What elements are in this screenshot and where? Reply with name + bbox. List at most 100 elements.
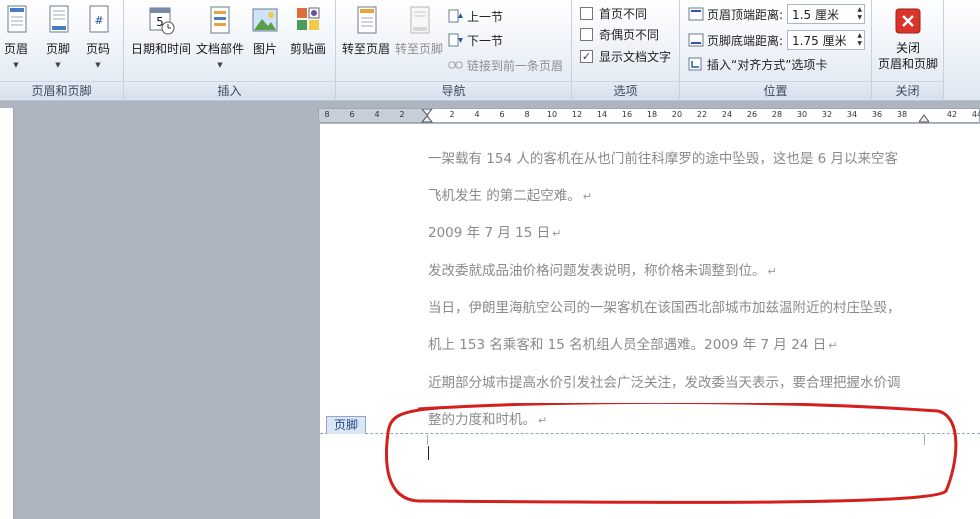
close-group: 关闭 页眉和页脚 关闭 [872, 0, 944, 101]
ruler-tick-label: 12 [571, 110, 583, 119]
footer-icon [49, 5, 69, 33]
next-section-icon [448, 33, 463, 47]
chevron-down-icon: ▼ [55, 61, 61, 69]
ruler-tick-label: 22 [696, 110, 708, 119]
picture-icon [252, 8, 278, 32]
ruler-tick-label: 10 [546, 110, 558, 119]
ruler-tick-label: 32 [821, 110, 833, 119]
chevron-down-icon: ▼ [217, 61, 223, 69]
group-label: 页眉和页脚 [0, 81, 123, 99]
right-indent-marker-icon[interactable] [919, 114, 929, 123]
ruler-tick-label: 2 [449, 110, 455, 119]
footer-button[interactable]: 页脚 ▼ [40, 4, 76, 82]
ruler-tick-label: 26 [746, 110, 758, 119]
navigation-group: 转至页眉 转至页脚 上一节 下一节 链接到前一条页眉 导航 [336, 0, 572, 101]
calendar-clock-icon: 5 [149, 7, 175, 35]
checkbox-checked-icon[interactable]: ✓ [580, 49, 593, 63]
previous-section-icon [448, 9, 463, 23]
ruler-tick-label: 28 [771, 110, 783, 119]
spinner-icon[interactable]: ▲ ▼ [857, 6, 862, 22]
close-icon [895, 8, 921, 34]
goto-header-icon [357, 6, 377, 34]
vertical-ruler [0, 108, 14, 519]
chevron-down-icon: ▼ [13, 61, 19, 69]
ruler-tick-label: 18 [646, 110, 658, 119]
options-group: 首页不同 奇偶页不同 ✓ 显示文档文字 选项 [572, 0, 680, 101]
ruler-tick-label: 16 [621, 110, 633, 119]
datetime-button[interactable]: 5 日期和时间 [130, 4, 192, 82]
ruler-tick-label: 6 [349, 110, 355, 119]
insert-alignment-tab-button[interactable]: 插入“对齐方式”选项卡 [688, 54, 827, 74]
ruler-tick-label: 38 [896, 110, 908, 119]
goto-header-button[interactable]: 转至页眉 [340, 4, 392, 82]
group-label: 关闭 [872, 81, 943, 99]
goto-footer-button[interactable]: 转至页脚 [394, 4, 444, 82]
paragraph[interactable]: 当日，伊朗里海航空公司的一架客机在该国西北部城市加兹温附近的村庄坠毁， [428, 296, 901, 316]
alignment-tab-icon [688, 57, 702, 71]
paragraph[interactable]: 近期部分城市提高水价引发社会广泛关注，发改委当天表示，要合理把握水价调 [428, 371, 901, 391]
indent-marker-icon[interactable] [421, 109, 433, 123]
header-button[interactable]: 页眉 ▼ [0, 4, 32, 82]
group-label: 插入 [124, 81, 335, 99]
ruler-tick-label: 24 [721, 110, 733, 119]
header-footer-group: 页眉 ▼ 页脚 ▼ # 页码 ▼ 页眉和页脚 [0, 0, 124, 101]
paragraph-mark-icon: ↵ [828, 339, 838, 352]
different-odd-even-checkbox[interactable]: 奇偶页不同 [580, 24, 659, 44]
checkbox-unchecked[interactable] [580, 27, 593, 41]
different-first-page-checkbox[interactable]: 首页不同 [580, 3, 647, 23]
header-distance-icon [688, 7, 704, 21]
ruler-tick-label: 30 [796, 110, 808, 119]
next-section-button[interactable]: 下一节 [448, 30, 503, 50]
page-number-icon: # [89, 5, 109, 33]
show-document-text-checkbox[interactable]: ✓ 显示文档文字 [580, 46, 671, 66]
close-header-footer-button[interactable]: 关闭 页眉和页脚 [874, 8, 942, 86]
ruler-tick-label: 4 [474, 110, 480, 119]
paragraph[interactable]: 一架载有 154 人的客机在从也门前往科摩罗的途中坠毁，这也是 6 月以来空客 [428, 147, 898, 167]
paragraph-mark-icon: ↵ [582, 190, 593, 203]
header-icon [7, 5, 27, 33]
quick-parts-button[interactable]: 文档部件 ▼ [194, 4, 246, 82]
ruler-tick-label: 2 [399, 110, 405, 119]
insert-group: 5 日期和时间 文档部件 ▼ 图片 剪贴画 插入 [124, 0, 336, 101]
header-top-distance: 页眉顶端距离: 1.5 厘米 ▲ ▼ [688, 4, 866, 24]
chevron-down-icon: ▼ [95, 61, 101, 69]
spinner-icon[interactable]: ▲ ▼ [857, 32, 862, 48]
footer-bottom-input[interactable]: 1.75 厘米 ▲ ▼ [787, 30, 866, 50]
ruler-tick-label: 42 [946, 110, 958, 119]
clipart-icon [297, 7, 320, 30]
horizontal-ruler[interactable]: 8 6 4 2 2 4 6 8 10 12 14 16 18 20 22 24 26 28 30 32 34 36 38 42… [318, 108, 980, 123]
ruler-tick-label: 6 [499, 110, 505, 119]
paragraph[interactable]: 2009 年 7 月 15 日 ↵ [428, 221, 561, 241]
page-number-button[interactable]: # 页码 ▼ [82, 4, 114, 82]
ruler-tick-label: 20 [671, 110, 683, 119]
footer-bottom-distance: 页脚底端距离: 1.75 厘米 ▲ ▼ [688, 30, 866, 50]
goto-footer-icon [410, 6, 430, 34]
group-label: 导航 [336, 81, 571, 99]
link-to-previous-button[interactable]: 链接到前一条页眉 [448, 55, 563, 75]
checkbox-unchecked[interactable] [580, 6, 593, 20]
paragraph-mark-icon: ↵ [767, 265, 777, 278]
ribbon: 页眉 ▼ 页脚 ▼ # 页码 ▼ 页眉和页脚 5 日期和时间 文档部件 ▼ 图片 [0, 0, 980, 101]
ruler-tick-label: 8 [524, 110, 530, 119]
red-annotation-circle [385, 403, 958, 504]
footer-tab-label: 页脚 [326, 416, 366, 434]
quick-parts-icon [210, 6, 230, 34]
position-group: 页眉顶端距离: 1.5 厘米 ▲ ▼ 页脚底端距离: 1.75 厘米 ▲ ▼ 插入“对齐… [680, 0, 872, 101]
clipart-button[interactable]: 剪贴画 [288, 4, 328, 82]
ruler-tick-label: 34 [846, 110, 858, 119]
header-top-input[interactable]: 1.5 厘米 ▲ ▼ [787, 4, 866, 24]
ruler-tick-label: 4 [374, 110, 380, 119]
group-label: 选项 [572, 81, 679, 99]
paragraph[interactable]: 机上 153 名乘客和 15 名机组人员全部遇难。2009 年 7 月 24 日… [428, 333, 837, 353]
paragraph[interactable]: 飞机发生 的第二起空难。 ↵ [428, 184, 592, 204]
ruler-tick-label: 36 [871, 110, 883, 119]
ruler-tick-label: 44 [971, 110, 980, 119]
link-icon [448, 61, 463, 69]
paragraph[interactable]: 发改委就成品油价格问题发表说明，称价格未调整到位。 ↵ [428, 259, 777, 279]
previous-section-button[interactable]: 上一节 [448, 6, 503, 26]
ruler-tick-label: 8 [324, 110, 330, 119]
picture-button[interactable]: 图片 [250, 4, 280, 82]
group-label: 位置 [680, 81, 871, 99]
paragraph-mark-icon: ↵ [552, 227, 562, 240]
svg-text:#: # [94, 14, 103, 27]
